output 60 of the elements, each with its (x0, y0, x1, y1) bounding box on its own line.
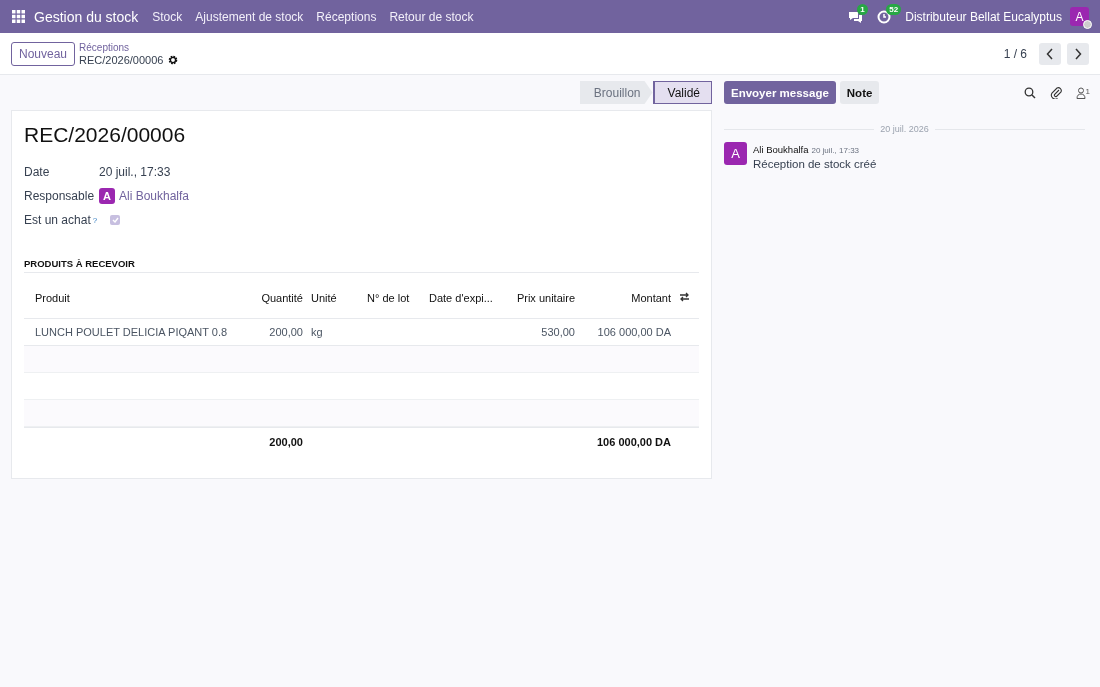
message-body: Réception de stock créé (753, 158, 877, 170)
column-header[interactable]: Montant (579, 292, 675, 304)
record-name: REC/2026/00006 (79, 53, 164, 66)
table-cell-text: 106 000,00 DA (596, 326, 672, 338)
record-title: REC/2026/00006 (24, 123, 187, 147)
total-amount: 106 000,00 DA (596, 436, 672, 448)
message-time: 20 juil., 17:33 (811, 146, 860, 155)
table-cell-text: 530,00 (540, 326, 576, 338)
section-title: PRODUITS À RECEVOIR (24, 258, 699, 273)
search-icon[interactable] (1023, 86, 1036, 99)
status-step[interactable]: Validé (652, 81, 712, 104)
column-header[interactable]: Produit (24, 292, 249, 304)
table-cell-text: kg (310, 326, 324, 338)
column-header[interactable]: Prix unitaire (503, 292, 579, 304)
field-value: 20 juil., 17:33 (99, 165, 171, 179)
field-label: Date (24, 165, 51, 179)
settings-icon[interactable] (168, 54, 179, 65)
chevron-left-icon (1046, 47, 1054, 60)
column-header[interactable]: N° de lot (363, 292, 425, 304)
menu-item[interactable]: Retour de stock (389, 9, 474, 24)
chevron-right-icon (1074, 47, 1082, 60)
table-cell-text: 200,00 (268, 326, 304, 338)
new-button[interactable]: Nouveau (11, 41, 76, 66)
user-avatar[interactable]: A (1070, 7, 1089, 26)
menu-item[interactable]: Stock (152, 9, 183, 24)
user-avatar: A (99, 188, 115, 204)
person-icon[interactable] (1075, 86, 1086, 99)
author-avatar: A (724, 142, 747, 165)
apps-menu-icon[interactable] (12, 10, 25, 23)
company-name[interactable]: Distributeur Bellat Eucalyptus (905, 9, 1062, 24)
checkbox[interactable] (110, 215, 121, 225)
paperclip-icon[interactable] (1049, 86, 1062, 99)
count-badge: 1 (857, 4, 868, 15)
help-mark[interactable]: ? (92, 215, 98, 225)
follower-count: 1 (1085, 86, 1090, 96)
menu-item[interactable]: Ajustement de stock (195, 9, 304, 24)
note-button[interactable]: Note (839, 81, 880, 104)
chat-icon[interactable] (848, 10, 864, 23)
field-label: Responsable (24, 189, 96, 203)
column-settings-icon[interactable] (679, 292, 690, 302)
author-name: Ali Boukhalfa (753, 144, 809, 155)
menu-item[interactable]: Réceptions (316, 9, 377, 24)
field-label: Est un achat (24, 213, 91, 227)
date-separator: 20 juil. 2026 (880, 124, 929, 134)
table-cell-text: LUNCH POULET DELICIA PIQANT 0.8 (34, 326, 229, 338)
count-badge: 52 (886, 3, 902, 15)
status-dot (1083, 20, 1092, 29)
user-link[interactable]: Ali Boukhalfa (119, 189, 190, 203)
next-button[interactable] (1067, 42, 1089, 65)
app-name[interactable]: Gestion du stock (34, 8, 139, 25)
column-header[interactable]: Date d'expi... (425, 292, 503, 304)
column-header[interactable]: Unité (307, 292, 363, 304)
breadcrumb-link[interactable]: Réceptions (79, 41, 179, 54)
status-step[interactable]: Brouillon (579, 81, 653, 104)
pager-text: 1 / 6 (1003, 46, 1027, 61)
send-message-button[interactable]: Envoyer message (724, 81, 836, 104)
check-icon (111, 217, 119, 223)
previous-button[interactable] (1039, 42, 1061, 65)
total-quantity: 200,00 (268, 436, 304, 448)
column-header[interactable]: Quantité (249, 292, 307, 304)
